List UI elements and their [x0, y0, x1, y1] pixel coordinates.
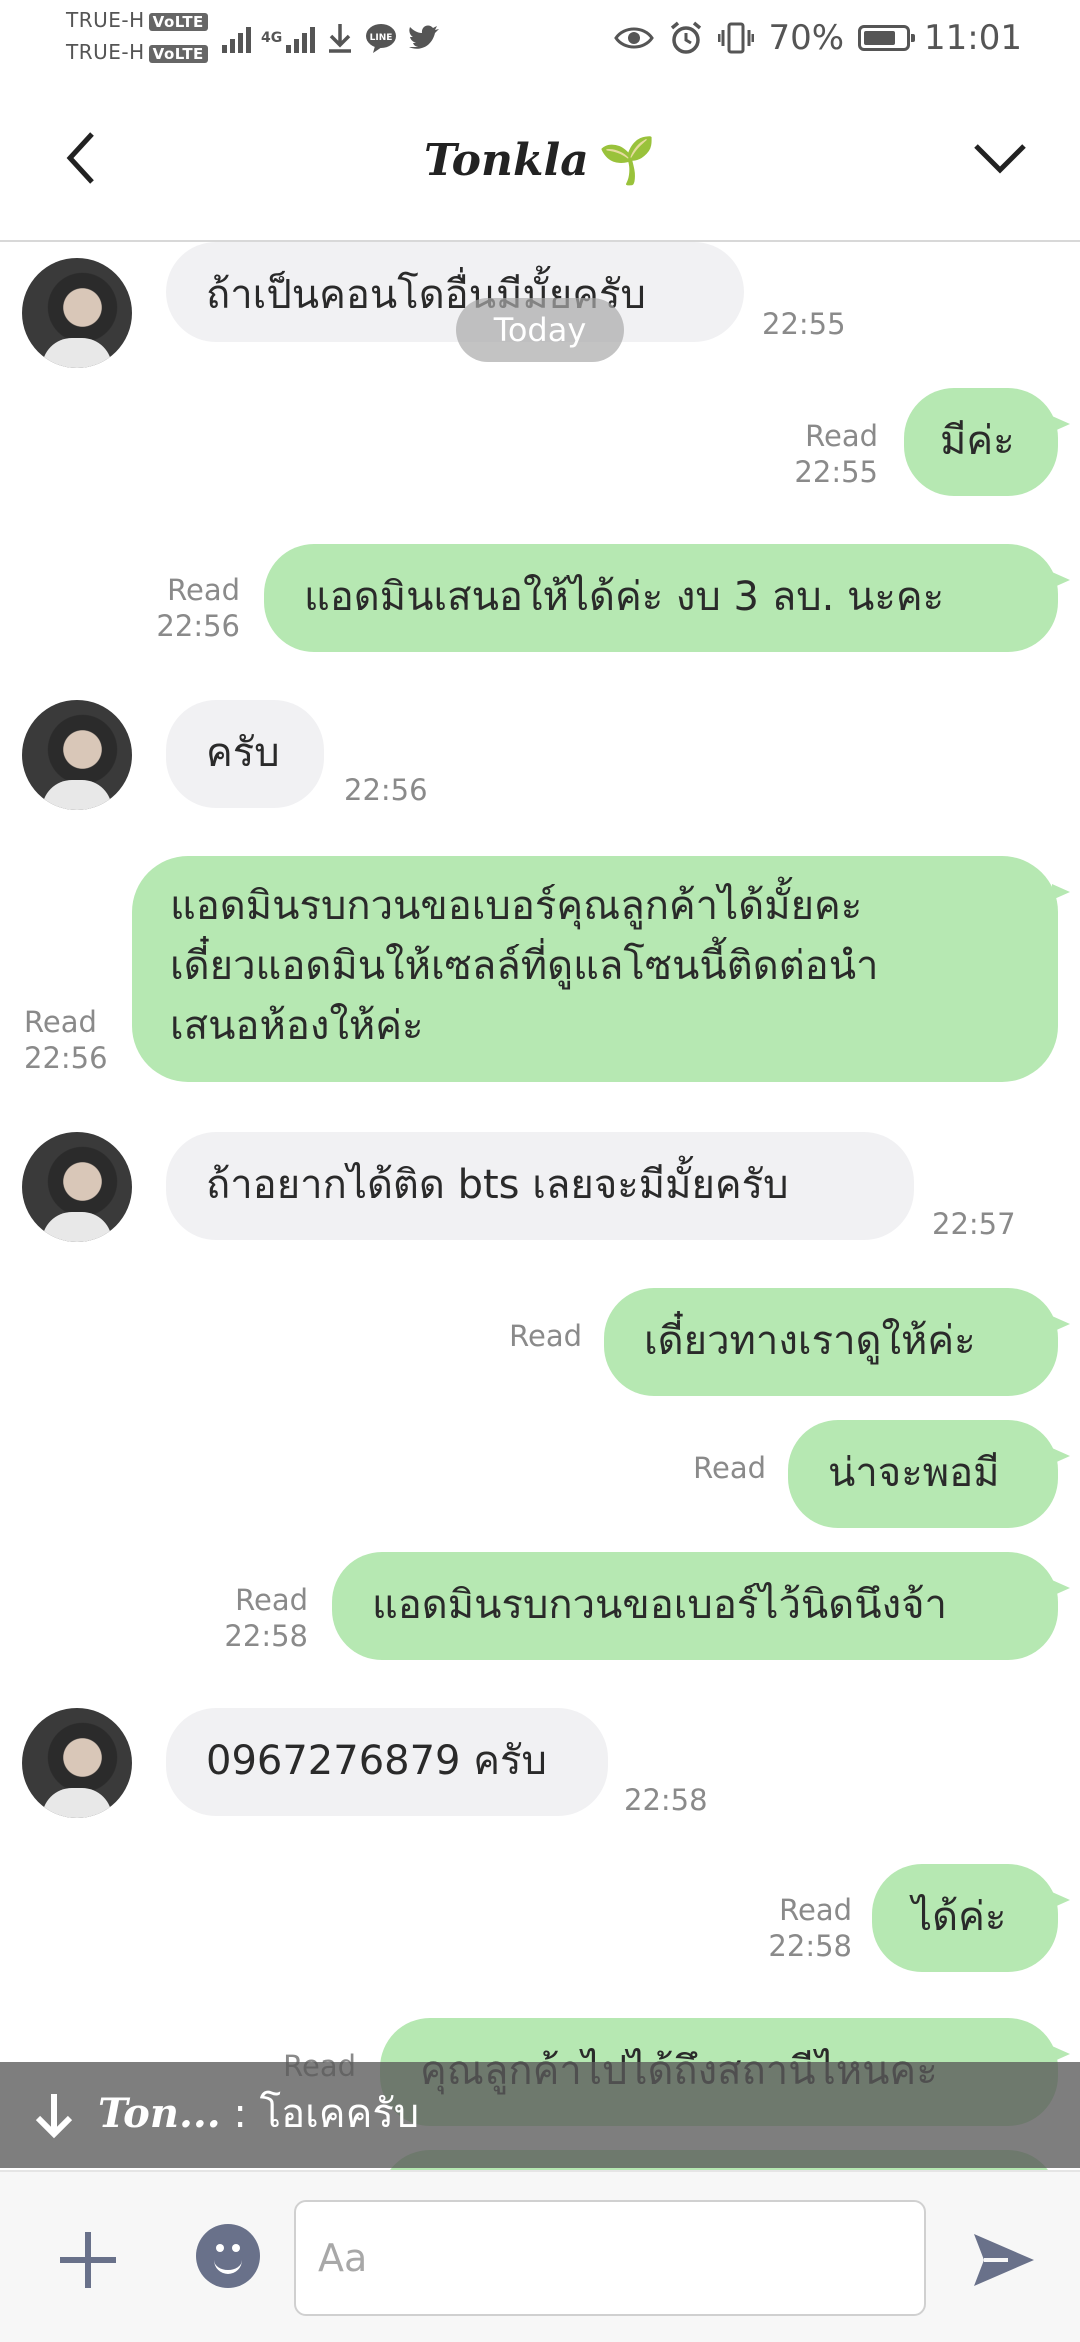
read-receipt: Read 22:56 [156, 573, 240, 643]
send-icon[interactable] [968, 2224, 1040, 2296]
signal-icon [286, 23, 316, 53]
vibrate-icon [718, 22, 755, 54]
outgoing-message[interactable]: เดี๋ยวทางเราดูให้ค่ะ [604, 1288, 1070, 1396]
network-type-label: 4G [261, 30, 283, 46]
outgoing-message[interactable]: มีค่ะ [904, 388, 1070, 496]
arrow-down-icon [35, 2094, 73, 2139]
eye-icon [614, 27, 655, 49]
message-time: 22:58 [624, 1783, 708, 1817]
new-message-notification[interactable]: Ton... : โอเคครับ [0, 2062, 1080, 2168]
menu-dropdown-button[interactable] [960, 118, 1040, 198]
carrier-label-2: TRUE-H VoLTE [66, 40, 208, 64]
date-separator: Today [456, 298, 624, 362]
avatar[interactable] [22, 1132, 132, 1242]
clock-time: 11:01 [924, 18, 1022, 58]
message-time: 22:56 [344, 773, 428, 807]
notification-text: Ton... : โอเคครับ [98, 2084, 419, 2144]
message-input[interactable] [294, 2200, 926, 2316]
status-icons-right: 70% 11:01 [614, 18, 1022, 58]
read-receipt: Read [693, 1451, 766, 1485]
contact-name: Tonkla [423, 134, 589, 186]
incoming-message[interactable]: ครับ [166, 700, 324, 808]
smiley-mouth [214, 2256, 242, 2274]
notification-separator: : [220, 2091, 260, 2137]
twitter-icon [409, 25, 440, 49]
message-list[interactable]: Today ถ้าเป็นคอนโดอื่นมีมั้ยครับ 22:55 R… [0, 242, 1080, 2170]
incoming-message[interactable]: ถ้าอยากได้ติด bts เลยจะมีมั้ยครับ [166, 1132, 914, 1240]
message-line: เดี๋ยวแอดมินให้เซลล์ที่ดูแลโซนนี้ติดต่อน… [170, 943, 879, 989]
outgoing-message[interactable]: ได้ค่ะ [872, 1864, 1070, 1972]
alarm-icon [671, 21, 702, 54]
smiley-icon [216, 2244, 224, 2252]
outgoing-message[interactable]: แอดมินรบกวนขอเบอร์คุณลูกค้าได้มั้ยคะ เดี… [132, 856, 1070, 1082]
read-receipt: Read 22:58 [768, 1893, 852, 1963]
carrier-label-1: TRUE-H VoLTE [66, 8, 208, 32]
outgoing-message[interactable]: น่าจะพอมี [788, 1420, 1070, 1528]
line-app-icon: LINE [366, 24, 397, 53]
avatar[interactable] [22, 700, 132, 810]
emoji-button[interactable] [196, 2224, 260, 2288]
signal-icon [222, 23, 251, 53]
chevron-down-icon [974, 144, 1026, 174]
incoming-message[interactable]: ถ้าเป็นคอนโดอื่นมีมั้ยครับ [166, 242, 744, 342]
battery-icon [858, 25, 916, 51]
read-receipt: Read 22:58 [224, 1583, 308, 1653]
read-receipt: Read 22:55 [794, 419, 878, 489]
message-time: 22:57 [932, 1207, 1016, 1241]
notification-sender: Ton... [98, 2090, 221, 2137]
battery-percent: 70% [768, 18, 845, 58]
sprout-emoji: 🌱 [598, 132, 657, 187]
message-line: แอดมินรบกวนขอเบอร์คุณลูกค้าได้มั้ยคะ [170, 883, 863, 929]
chat-title: Tonkla 🌱 [0, 120, 1080, 200]
avatar[interactable] [22, 1708, 132, 1818]
message-line: เสนอห้องให้ค่ะ [170, 1003, 424, 1049]
download-icon [329, 24, 352, 53]
smiley-eye [232, 2244, 240, 2252]
outgoing-message[interactable]: แอดมินเสนอให้ได้ค่ะ งบ 3 ลบ. นะคะ [264, 544, 1070, 652]
svg-text:LINE: LINE [370, 33, 393, 43]
status-icons-left: 4G LINE [222, 18, 441, 58]
avatar[interactable] [22, 258, 132, 368]
read-receipt: Read 22:56 [24, 1005, 108, 1075]
message-time: 22:55 [762, 307, 846, 341]
chat-header: Tonkla 🌱 [0, 80, 1080, 242]
notification-message: โอเคครับ [259, 2091, 420, 2137]
incoming-message[interactable]: 0967276879 ครับ [166, 1708, 608, 1816]
status-bar: TRUE-H VoLTE TRUE-H VoLTE 4G LINE 70% 11:0… [0, 0, 1080, 80]
volte-badge: VoLTE [148, 13, 208, 31]
read-receipt: Read [509, 1319, 582, 1353]
message-input-bar [0, 2170, 1080, 2342]
plus-icon[interactable] [52, 2224, 124, 2296]
outgoing-message[interactable]: แอดมินรบกวนขอเบอร์ไว้นิดนึงจ้า [332, 1552, 1070, 1660]
volte-badge: VoLTE [148, 45, 208, 63]
